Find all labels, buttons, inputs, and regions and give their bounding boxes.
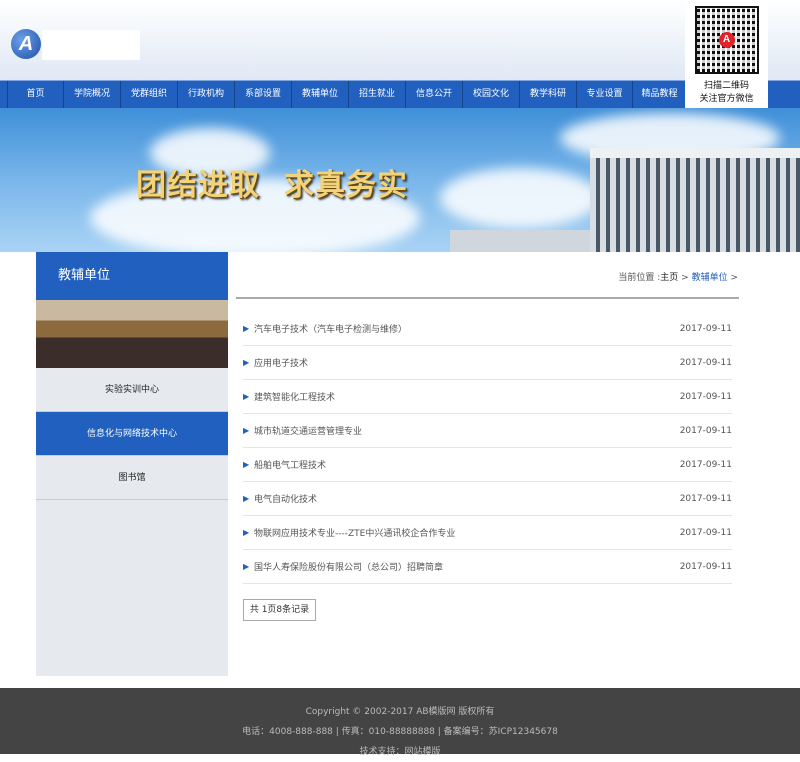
list-item-title[interactable]: 应用电子技术 <box>254 356 680 369</box>
qr-caption-1: 扫描二维码 <box>703 81 749 91</box>
list-item[interactable]: ▶ 国华人寿保险股份有限公司（总公司）招聘简章 2017-09-11 <box>243 550 732 584</box>
list-item-date: 2017-09-11 <box>679 561 732 572</box>
list-item[interactable]: ▶ 物联网应用技术专业----ZTE中兴通讯校企合作专业 2017-09-11 <box>243 516 732 550</box>
list-item-date: 2017-09-11 <box>679 527 732 538</box>
logo[interactable]: A <box>11 29 41 59</box>
banner-slogan-1: 团结进取 <box>136 168 260 203</box>
list-item-date: 2017-09-11 <box>679 391 732 402</box>
list-item[interactable]: ▶ 船舶电气工程技术 2017-09-11 <box>243 448 732 482</box>
breadcrumb-home[interactable]: 主页 <box>660 273 678 283</box>
list-item-date: 2017-09-11 <box>679 357 732 368</box>
nav-item[interactable]: 学院概况 <box>63 81 120 108</box>
nav-item[interactable]: 精品教程 <box>632 81 686 108</box>
nav-item[interactable]: 行政机构 <box>177 81 234 108</box>
breadcrumb-sep: > <box>730 273 738 283</box>
list-item-title[interactable]: 城市轨道交通运营管理专业 <box>254 424 680 437</box>
nav-item[interactable]: 教辅单位 <box>291 81 348 108</box>
logo-text-area <box>42 30 140 60</box>
sidebar-item-lab-center[interactable]: 实验实训中心 <box>36 368 228 412</box>
banner-slogan-2: 求真务实 <box>284 168 408 203</box>
divider <box>236 297 739 299</box>
sidebar-hall-image <box>36 300 228 368</box>
nav-item[interactable]: 首页 <box>7 81 63 108</box>
breadcrumb-current[interactable]: 教辅单位 <box>692 273 728 283</box>
sidebar: 教辅单位 实验实训中心 信息化与网络技术中心 图书馆 <box>36 252 228 676</box>
footer-support[interactable]: 技术支持：网站模版 <box>0 742 800 762</box>
arrow-icon: ▶ <box>243 426 250 435</box>
nav-item[interactable]: 党群组织 <box>120 81 177 108</box>
list-item-title[interactable]: 汽车电子技术（汽车电子检测与维修） <box>254 322 680 335</box>
list-item-title[interactable]: 船舶电气工程技术 <box>254 458 680 471</box>
sidebar-item-library[interactable]: 图书馆 <box>36 456 228 500</box>
nav-item[interactable]: 专业设置 <box>576 81 632 108</box>
breadcrumb-prefix: 当前位置 : <box>618 273 661 283</box>
list-item-date: 2017-09-11 <box>679 425 732 436</box>
list-item-date: 2017-09-11 <box>679 323 732 334</box>
qr-code-panel: A 扫描二维码关注官方微信 <box>685 0 768 108</box>
list-item-title[interactable]: 电气自动化技术 <box>254 492 680 505</box>
list-item[interactable]: ▶ 应用电子技术 2017-09-11 <box>243 346 732 380</box>
nav-item[interactable]: 校园文化 <box>462 81 519 108</box>
qr-code-image: A <box>694 6 759 74</box>
sidebar-title: 教辅单位 <box>36 252 228 300</box>
building-image <box>590 148 800 252</box>
list-item[interactable]: ▶ 电气自动化技术 2017-09-11 <box>243 482 732 516</box>
arrow-icon: ▶ <box>243 358 250 367</box>
arrow-icon: ▶ <box>243 528 250 537</box>
footer-copyright: Copyright © 2002-2017 AB模版网 版权所有 <box>305 707 495 717</box>
qr-badge: A <box>718 32 735 48</box>
list-item[interactable]: ▶ 建筑智能化工程技术 2017-09-11 <box>243 380 732 414</box>
nav-item[interactable]: 信息公开 <box>405 81 462 108</box>
nav-item[interactable]: 系部设置 <box>234 81 291 108</box>
pagination-info: 共 1页8条记录 <box>243 599 316 621</box>
arrow-icon: ▶ <box>243 324 250 333</box>
qr-caption-2: 关注官方微信 <box>699 94 754 104</box>
sidebar-item-it-center[interactable]: 信息化与网络技术中心 <box>36 412 228 456</box>
main-nav: 首页 学院概况 党群组织 行政机构 系部设置 教辅单位 招生就业 信息公开 校园文化 教学科研 专业… <box>0 80 800 108</box>
breadcrumb: 当前位置 :主页 > 教辅单位 > <box>618 270 738 283</box>
list-item-date: 2017-09-11 <box>679 459 732 470</box>
list-item-title[interactable]: 国华人寿保险股份有限公司（总公司）招聘简章 <box>254 560 680 573</box>
footer-contact: 电话：4008-888-888 | 传真：010-88888888 | 备案编号… <box>242 727 558 737</box>
list-item-title[interactable]: 物联网应用技术专业----ZTE中兴通讯校企合作专业 <box>254 526 680 539</box>
breadcrumb-sep: > <box>681 273 689 283</box>
arrow-icon: ▶ <box>243 562 250 571</box>
list-item[interactable]: ▶ 城市轨道交通运营管理专业 2017-09-11 <box>243 414 732 448</box>
header: A <box>0 0 800 80</box>
nav-item[interactable]: 教学科研 <box>519 81 576 108</box>
footer: Copyright © 2002-2017 AB模版网 版权所有 电话：4008… <box>0 688 800 757</box>
list-item[interactable]: ▶ 汽车电子技术（汽车电子检测与维修） 2017-09-11 <box>243 312 732 346</box>
list-item-date: 2017-09-11 <box>679 493 732 504</box>
banner: 团结进取 求真务实 <box>0 108 800 252</box>
arrow-icon: ▶ <box>243 460 250 469</box>
arrow-icon: ▶ <box>243 494 250 503</box>
nav-item[interactable]: 招生就业 <box>348 81 405 108</box>
article-list: ▶ 汽车电子技术（汽车电子检测与维修） 2017-09-11 ▶ 应用电子技术 2017-… <box>243 312 732 584</box>
list-item-title[interactable]: 建筑智能化工程技术 <box>254 390 680 403</box>
arrow-icon: ▶ <box>243 392 250 401</box>
